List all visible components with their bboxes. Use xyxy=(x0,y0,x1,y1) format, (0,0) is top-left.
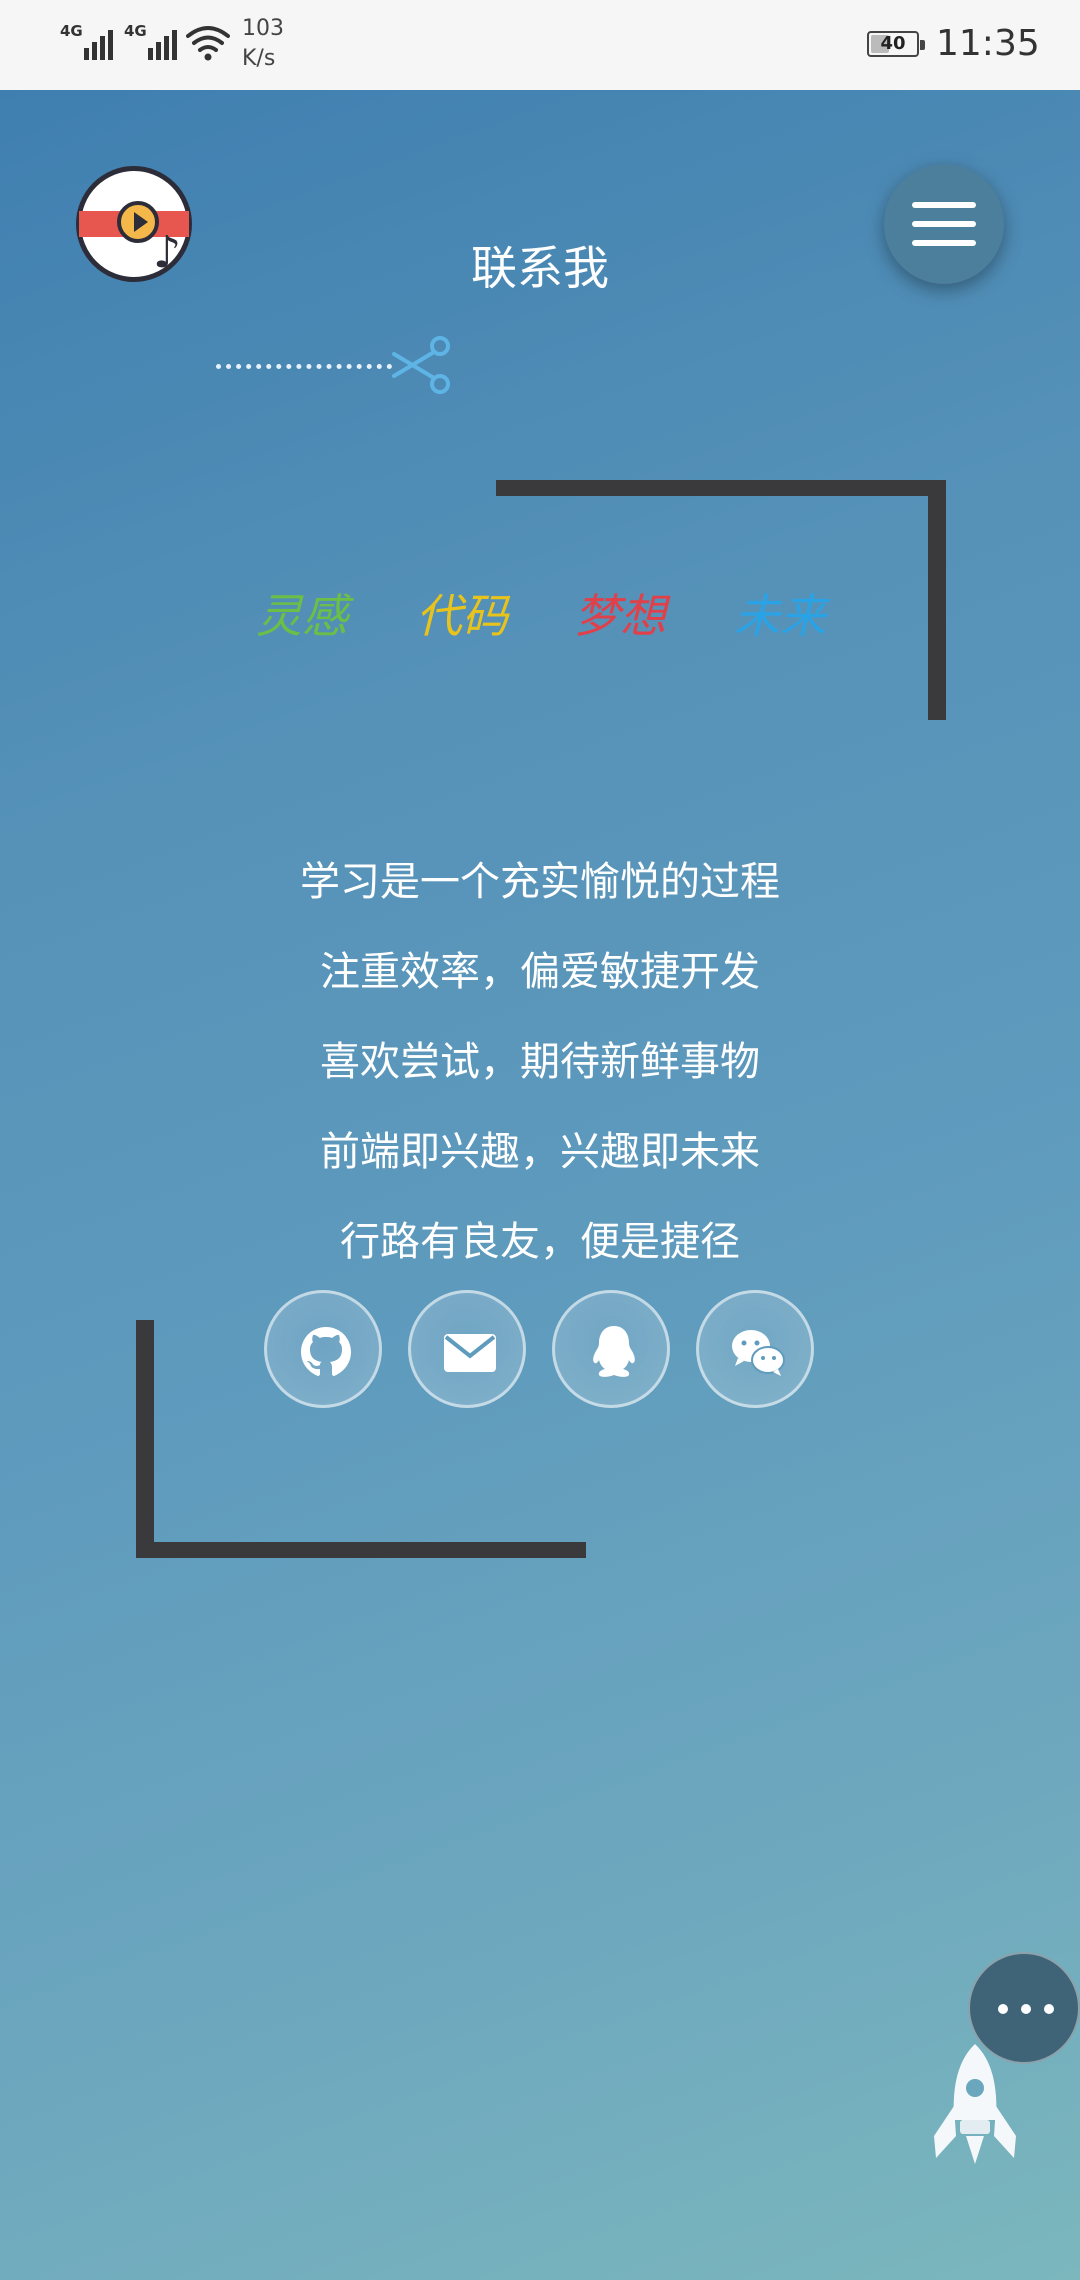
intro-line: 喜欢尝试，期待新鲜事物 xyxy=(320,1039,760,1085)
frame-corner-bottom-left xyxy=(136,1542,586,1558)
github-button[interactable] xyxy=(264,1290,382,1408)
status-bar: 4G 4G 103 K/s 40 11:35 xyxy=(0,0,1080,90)
keyword-future: 未来 xyxy=(734,589,826,643)
signal-type-label: 4G xyxy=(60,22,83,40)
frame-corner-top-right xyxy=(496,480,946,496)
intro-line: 前端即兴趣，兴趣即未来 xyxy=(320,1129,760,1175)
intro-line: 学习是一个充实愉悦的过程 xyxy=(300,859,780,905)
frame-corner-bottom-left-vertical xyxy=(136,1320,154,1558)
cellular-signal-icon-2: 4G xyxy=(124,22,178,62)
intro-line: 行路有良友，便是捷径 xyxy=(340,1219,740,1265)
network-speed-unit: K/s xyxy=(242,46,276,71)
signal-type-label-2: 4G xyxy=(124,22,147,40)
keyword-code: 代码 xyxy=(416,589,508,643)
battery-icon: 40 xyxy=(867,31,925,57)
dotted-cut-line xyxy=(216,364,392,369)
network-speed: 103 K/s xyxy=(242,14,284,74)
keyword-inspiration: 灵感 xyxy=(256,589,348,643)
qq-button[interactable] xyxy=(552,1290,670,1408)
page-title: 联系我 xyxy=(471,241,609,295)
github-icon xyxy=(301,1327,351,1376)
wechat-button[interactable] xyxy=(696,1290,814,1408)
status-time: 11:35 xyxy=(936,23,1040,64)
frame-corner-top-right-vertical xyxy=(928,480,946,720)
scissors-icon xyxy=(392,336,450,394)
wechat-icon xyxy=(732,1330,785,1376)
rocket-icon[interactable] xyxy=(920,2040,1030,2180)
qq-icon xyxy=(593,1326,635,1377)
wifi-icon xyxy=(186,26,230,61)
network-speed-value: 103 xyxy=(242,16,284,41)
cellular-signal-icon: 4G xyxy=(60,22,114,62)
intro-line: 注重效率，偏爱敏捷开发 xyxy=(320,949,760,995)
contact-page: ♪ 联系我 灵感 代码 梦想 未来 学习是一个充实愉悦的过程 注重效率，偏爱敏捷… xyxy=(0,90,1080,2280)
mail-icon xyxy=(444,1334,496,1372)
intro-text: 学习是一个充实愉悦的过程 注重效率，偏爱敏捷开发 喜欢尝试，期待新鲜事物 前端即… xyxy=(0,828,1080,1278)
battery-level: 40 xyxy=(880,33,906,54)
mail-button[interactable] xyxy=(408,1290,526,1408)
keyword-dream: 梦想 xyxy=(574,589,666,643)
